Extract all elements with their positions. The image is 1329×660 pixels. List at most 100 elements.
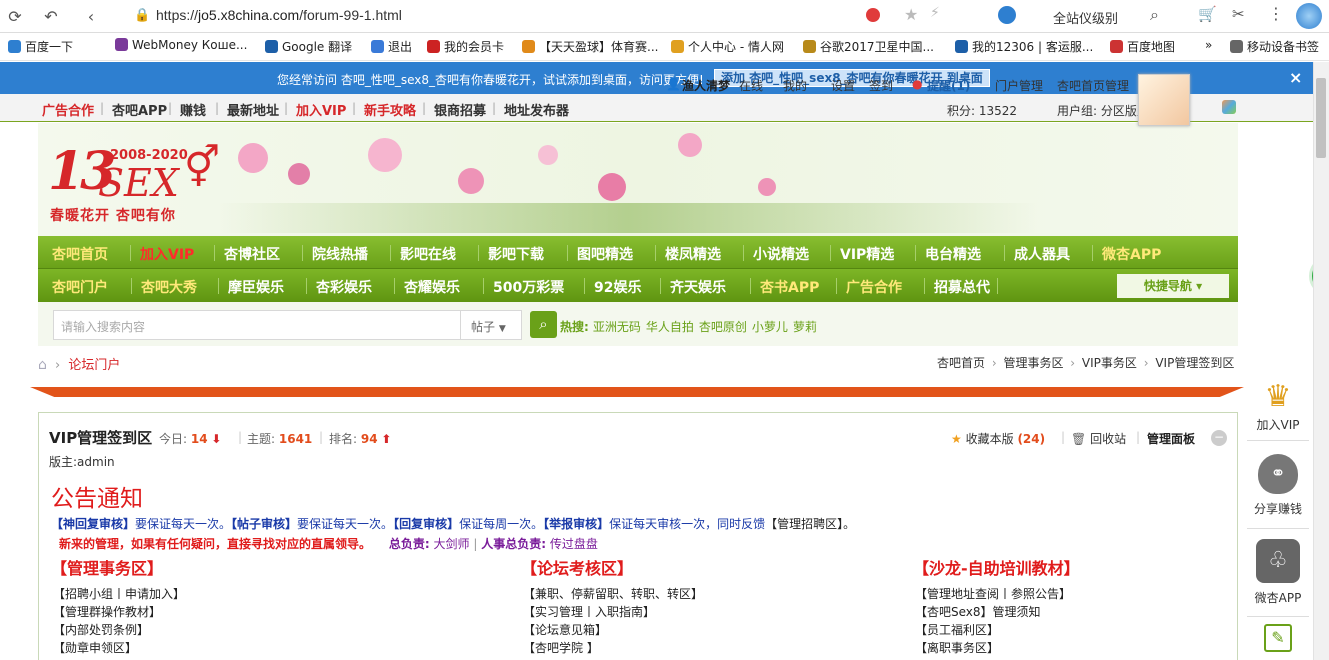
bookmark-item[interactable]: 移动设备书签: [1230, 38, 1319, 55]
recycle-bin-link[interactable]: 🗑 回收站: [1071, 430, 1126, 447]
online-status[interactable]: 在线: [739, 77, 763, 94]
main-nav-item[interactable]: 影吧下载: [488, 244, 544, 264]
breadcrumb-portal-link[interactable]: 论坛门户: [68, 358, 120, 373]
checkin-link[interactable]: 签到: [869, 77, 893, 94]
lead-name-link[interactable]: 大剑师: [433, 537, 469, 551]
lightning-icon[interactable]: ⚡: [930, 5, 940, 21]
bookmark-item[interactable]: 我的会员卡: [427, 38, 504, 55]
main-nav-item[interactable]: 92娱乐: [594, 277, 641, 297]
favorite-board-link[interactable]: ★ 收藏本版 (24): [951, 430, 1045, 447]
main-nav-item[interactable]: 院线热播: [312, 244, 368, 264]
home-admin-link[interactable]: 杏吧首页管理: [1057, 77, 1129, 94]
main-nav-item[interactable]: 招募总代: [934, 277, 990, 297]
bookmark-item[interactable]: 百度一下: [8, 38, 73, 55]
search-engine-label[interactable]: 全站仪级别: [1053, 8, 1118, 27]
adblock-icon[interactable]: [866, 8, 880, 22]
reload-icon[interactable]: ⟳: [4, 6, 26, 28]
main-nav-item[interactable]: 杏彩娱乐: [316, 277, 372, 297]
hot-search-word[interactable]: 萝莉: [793, 320, 817, 334]
back-icon[interactable]: ‹: [80, 6, 102, 28]
bookmark-item[interactable]: WebMoney Коше...: [115, 38, 247, 52]
main-nav-item[interactable]: VIP精选: [840, 244, 894, 264]
avatar[interactable]: [1138, 74, 1190, 126]
main-nav-item[interactable]: 楼凤精选: [665, 244, 721, 264]
announcement-link[interactable]: 【离职事务区】: [915, 639, 999, 656]
main-nav-item[interactable]: 杏吧首页: [52, 244, 108, 264]
bookmarks-more-button[interactable]: »: [1205, 38, 1212, 52]
announcement-link[interactable]: 【员工福利区】: [915, 621, 999, 638]
top-link[interactable]: 地址发布器: [504, 100, 569, 119]
cart-icon[interactable]: 🛒: [1198, 5, 1217, 23]
menu-dots-icon[interactable]: ⋮: [1268, 4, 1284, 23]
announcement-link[interactable]: 【管理群操作教材】: [53, 603, 161, 620]
top-link[interactable]: 银商招募: [434, 100, 486, 119]
bookmark-item[interactable]: 退出: [371, 38, 412, 55]
main-nav-item[interactable]: 500万彩票: [493, 277, 564, 297]
announcement-link[interactable]: 【兼职、停薪留职、转职、转区】: [523, 585, 703, 602]
main-nav-item[interactable]: 广告合作: [846, 277, 902, 297]
main-nav-item[interactable]: 电台精选: [925, 244, 981, 264]
bookmark-item[interactable]: 【天天盈球】体育赛...: [522, 38, 658, 55]
user-group-menu[interactable]: 用户组: 分区版主: [1057, 102, 1149, 119]
bookmark-item[interactable]: Google 翻译: [265, 38, 352, 55]
main-nav-item[interactable]: 杏吧门户: [52, 277, 108, 297]
main-nav-item[interactable]: 成人器具: [1014, 244, 1070, 264]
profile-avatar-icon[interactable]: [1296, 3, 1322, 29]
main-nav-item[interactable]: 杏博社区: [224, 244, 280, 264]
search-input[interactable]: 请输入搜索内容: [53, 310, 461, 340]
breadcrumb-item[interactable]: VIP事务区: [1082, 356, 1137, 370]
star-icon[interactable]: ★: [904, 5, 918, 24]
bookmark-item[interactable]: 百度地图: [1110, 38, 1175, 55]
breadcrumb-item[interactable]: 管理事务区: [1003, 356, 1063, 370]
share-earn-widget[interactable]: ⚭ 分享赚钱: [1247, 454, 1309, 517]
announcement-link[interactable]: 【管理地址查阅丨参照公告】: [915, 585, 1071, 602]
hot-search-word[interactable]: 华人自拍: [646, 320, 694, 334]
top-link[interactable]: 赚钱: [180, 100, 206, 119]
username-link[interactable]: 渔人清梦: [682, 77, 730, 94]
undo-icon[interactable]: ↶: [40, 6, 62, 28]
collapse-icon[interactable]: −: [1211, 430, 1227, 446]
scrollbar-thumb[interactable]: [1316, 78, 1326, 158]
announcement-link[interactable]: 【杏吧学院 】: [523, 639, 599, 656]
scissors-icon[interactable]: ✂: [1232, 5, 1245, 23]
quick-nav-button[interactable]: 快捷导航 ▾: [1117, 274, 1229, 298]
remind-link[interactable]: 提醒(1): [927, 77, 970, 94]
announcement-link[interactable]: 【杏吧Sex8】管理须知: [915, 603, 1041, 620]
weixing-app-widget[interactable]: ♧ 微杏APP: [1247, 539, 1309, 606]
main-nav-item[interactable]: 杏耀娱乐: [404, 277, 460, 297]
points-menu[interactable]: 积分: 13522: [947, 102, 1017, 119]
announcement-link[interactable]: 【论坛意见箱】: [523, 621, 607, 638]
logo-text[interactable]: SEX: [98, 161, 179, 205]
main-nav-item[interactable]: 图吧精选: [577, 244, 633, 264]
main-nav-item[interactable]: 加入VIP: [140, 244, 194, 264]
search-button[interactable]: ⌕: [530, 311, 557, 338]
top-link[interactable]: 杏吧APP: [112, 100, 167, 119]
breadcrumb-item[interactable]: 杏吧首页: [937, 356, 985, 370]
announcement-link[interactable]: 【招聘小组丨申请加入】: [53, 585, 185, 602]
bookmark-item[interactable]: 个人中心 - 情人网: [671, 38, 784, 55]
search-icon[interactable]: ⌕: [1150, 5, 1159, 25]
top-link[interactable]: 新手攻略: [364, 100, 416, 119]
hot-search-word[interactable]: 亚洲无码: [593, 320, 641, 334]
bookmark-item[interactable]: 谷歌2017卫星中国...: [803, 38, 934, 55]
hot-search-word[interactable]: 杏吧原创: [699, 320, 747, 334]
search-type-select[interactable]: 帖子 ▼: [461, 310, 522, 340]
main-nav-item[interactable]: 杏书APP: [760, 277, 819, 297]
hr-name-link[interactable]: 传过盘盘: [550, 537, 598, 551]
baidu-paw-icon[interactable]: [998, 6, 1016, 24]
my-menu[interactable]: 我的: [783, 77, 807, 94]
main-nav-item[interactable]: 齐天娱乐: [670, 277, 726, 297]
settings-link[interactable]: 设置: [831, 77, 855, 94]
bookmark-item[interactable]: 我的12306 | 客运服...: [955, 38, 1093, 55]
announcement-link[interactable]: 【勋章申领区】: [53, 639, 137, 656]
main-nav-item[interactable]: 摩臣娱乐: [228, 277, 284, 297]
main-nav-item[interactable]: 杏吧大秀: [141, 277, 197, 297]
manage-panel-link[interactable]: 管理面板: [1147, 430, 1195, 447]
announcement-link[interactable]: 【内部处罚条例】: [53, 621, 149, 638]
main-nav-item[interactable]: 小说精选: [753, 244, 809, 264]
close-icon[interactable]: ×: [1289, 68, 1302, 87]
top-link[interactable]: 广告合作: [42, 100, 94, 119]
join-vip-widget[interactable]: ♛ 加入VIP: [1247, 378, 1309, 433]
hot-search-word[interactable]: 小萝儿: [752, 320, 788, 334]
address-bar[interactable]: 🔒 https://jo5.x8china.com/forum-99-1.htm…: [128, 4, 988, 28]
